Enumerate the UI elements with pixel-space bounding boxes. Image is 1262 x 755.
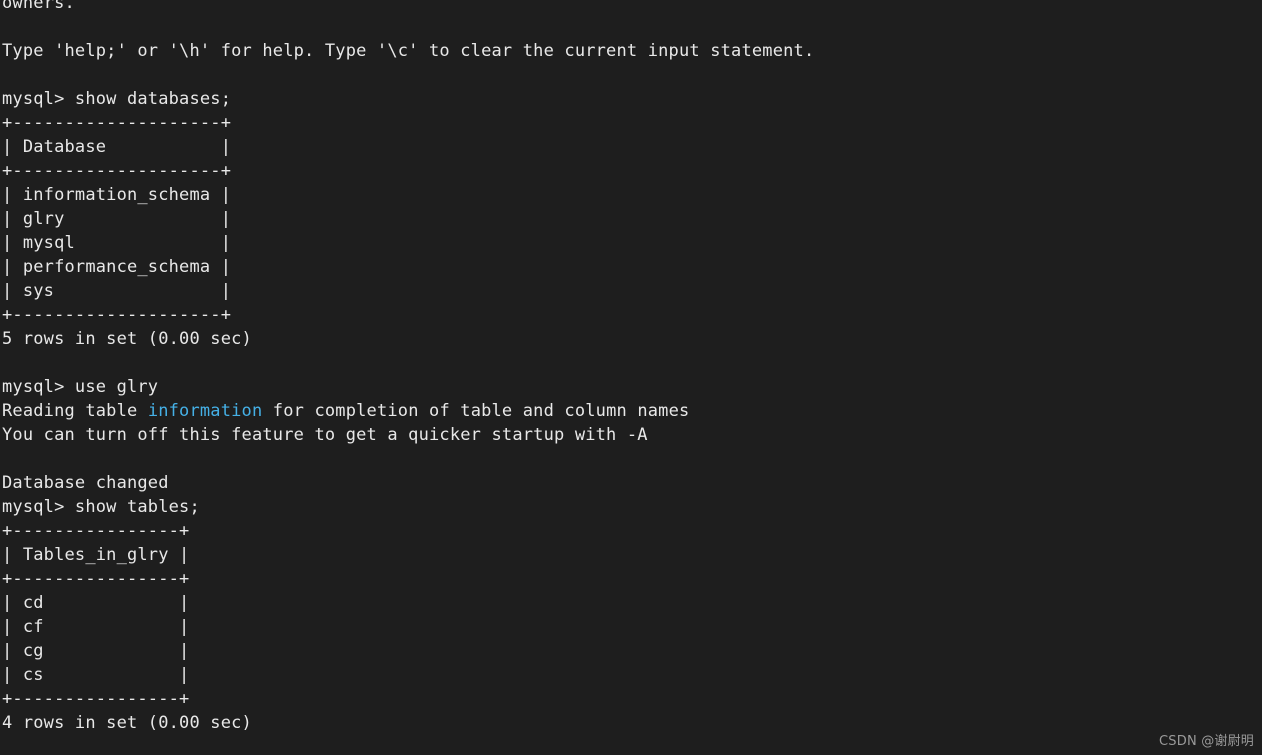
terminal-line: +--------------------+ xyxy=(2,113,232,133)
terminal-text: Reading table xyxy=(2,401,148,421)
terminal-line: Type 'help;' or '\h' for help. Type '\c'… xyxy=(2,41,815,61)
terminal-line: | cg | xyxy=(2,641,190,661)
terminal-line: | cf | xyxy=(2,617,190,637)
csdn-watermark: CSDN @谢尉明 xyxy=(1159,734,1254,749)
terminal-line: +----------------+ xyxy=(2,521,190,541)
terminal-line: | cd | xyxy=(2,593,190,613)
terminal-line: | mysql | xyxy=(2,233,232,253)
terminal-line: Database changed xyxy=(2,473,169,493)
terminal-line: You can turn off this feature to get a q… xyxy=(2,425,648,445)
terminal-text: for completion of table and column names xyxy=(262,401,690,421)
terminal-line: 5 rows in set (0.00 sec) xyxy=(2,329,252,349)
terminal-line: +----------------+ xyxy=(2,569,190,589)
terminal-line: 4 rows in set (0.00 sec) xyxy=(2,713,252,733)
terminal-line: +--------------------+ xyxy=(2,305,232,325)
terminal-line: | glry | xyxy=(2,209,232,229)
terminal-line: | cs | xyxy=(2,665,190,685)
terminal-line: Reading table information for completion… xyxy=(2,399,1262,423)
highlighted-token: information xyxy=(147,401,263,421)
terminal-line: mysql> show tables; xyxy=(2,497,200,517)
terminal-line: mysql> use glry xyxy=(2,377,159,397)
terminal-line: +--------------------+ xyxy=(2,161,232,181)
terminal-line: +----------------+ xyxy=(2,689,190,709)
terminal-line: | Database | xyxy=(2,137,232,157)
terminal-line: owners. xyxy=(2,0,75,13)
terminal-line: | performance_schema | xyxy=(2,257,232,277)
terminal-line: | sys | xyxy=(2,281,232,301)
terminal-line: | Tables_in_glry | xyxy=(2,545,190,565)
terminal-line: | information_schema | xyxy=(2,185,232,205)
terminal-output[interactable]: owners. Type 'help;' or '\h' for help. T… xyxy=(0,0,1262,735)
terminal-line: mysql> show databases; xyxy=(2,89,232,109)
